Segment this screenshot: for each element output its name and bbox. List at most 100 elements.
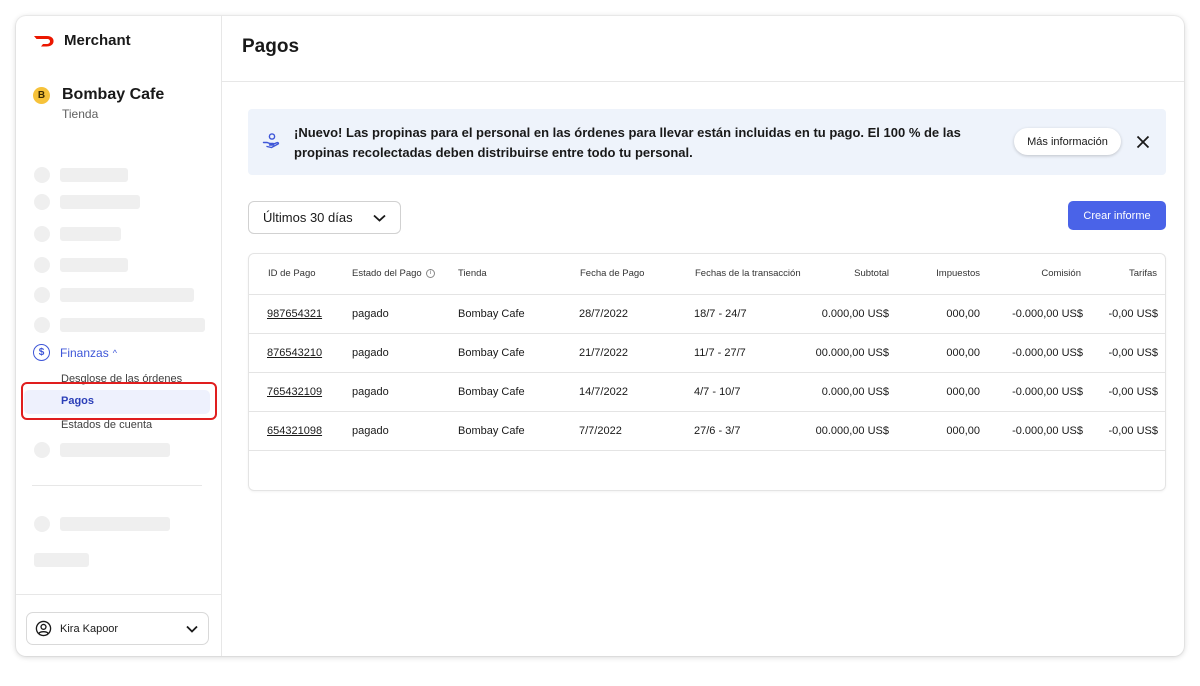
fees: -0,00 US$ xyxy=(1108,347,1158,359)
placeholder-icon xyxy=(34,442,50,458)
payment-status: pagado xyxy=(352,308,389,320)
chevron-up-icon: ^ xyxy=(112,347,117,358)
transaction-dates: 27/6 - 3/7 xyxy=(694,425,741,437)
payment-id-link[interactable]: 654321098 xyxy=(267,425,322,437)
doordash-logo-icon xyxy=(34,35,54,46)
payment-date: 21/7/2022 xyxy=(579,347,628,359)
placeholder-icon xyxy=(34,167,50,183)
column-header-status-label: Estado del Pago xyxy=(352,268,422,279)
dollar-circle-icon: $ xyxy=(33,344,50,361)
placeholder-icon xyxy=(34,317,50,333)
column-header-id[interactable]: ID de Pago xyxy=(268,268,316,279)
placeholder-bar xyxy=(60,168,128,182)
placeholder-icon xyxy=(34,194,50,210)
subtotal: 0.000,00 US$ xyxy=(821,308,889,320)
info-icon[interactable]: i xyxy=(425,268,435,278)
payment-status: pagado xyxy=(352,347,389,359)
nav-finanzas[interactable]: $ Finanzas ^ xyxy=(33,344,117,361)
brand[interactable]: Merchant xyxy=(32,32,131,49)
payment-date: 28/7/2022 xyxy=(579,308,628,320)
payment-id-link[interactable]: 876543210 xyxy=(267,347,322,359)
column-header-fees[interactable]: Tarifas xyxy=(1129,268,1157,279)
date-range-select[interactable]: Últimos 30 días xyxy=(248,201,401,234)
nav-placeholder[interactable] xyxy=(34,226,121,242)
nav-finanzas-label: Finanzas xyxy=(60,345,109,360)
column-header-subtotal[interactable]: Subtotal xyxy=(854,268,889,279)
commission: -0.000,00 US$ xyxy=(1012,425,1083,437)
placeholder-icon xyxy=(34,516,50,532)
close-icon[interactable] xyxy=(1135,134,1151,150)
payment-id-link[interactable]: 987654321 xyxy=(267,308,322,320)
taxes: 000,00 xyxy=(946,386,980,398)
payment-id-link[interactable]: 765432109 xyxy=(267,386,322,398)
payment-status: pagado xyxy=(352,425,389,437)
store-name: Bombay Cafe xyxy=(62,86,165,103)
user-name: Kira Kapoor xyxy=(60,622,119,635)
nav-placeholder[interactable] xyxy=(34,194,140,210)
column-header-transaction-dates[interactable]: Fechas de la transacción xyxy=(695,268,801,279)
nav-placeholder[interactable] xyxy=(34,553,89,567)
table-row[interactable]: 987654321 pagado Bombay Cafe 28/7/2022 1… xyxy=(249,295,1165,334)
transaction-dates: 4/7 - 10/7 xyxy=(694,386,741,398)
brand-name: Merchant xyxy=(64,32,131,49)
nav-placeholder[interactable] xyxy=(34,442,170,458)
nav-placeholder[interactable] xyxy=(34,516,170,532)
fees: -0,00 US$ xyxy=(1108,425,1158,437)
nav-placeholder[interactable] xyxy=(34,287,194,303)
tips-info-banner: ¡Nuevo! Las propinas para el personal en… xyxy=(248,109,1166,175)
chevron-down-icon xyxy=(373,214,386,222)
placeholder-bar xyxy=(34,553,89,567)
store-cell: Bombay Cafe xyxy=(458,386,525,398)
taxes: 000,00 xyxy=(946,308,980,320)
more-info-button[interactable]: Más información xyxy=(1014,128,1121,155)
column-header-payment-date[interactable]: Fecha de Pago xyxy=(580,268,644,279)
sidebar: Merchant B Bombay Cafe Tienda $ Finanzas… xyxy=(16,16,222,656)
column-header-commission[interactable]: Comisión xyxy=(1041,268,1081,279)
placeholder-bar xyxy=(60,195,140,209)
store-cell: Bombay Cafe xyxy=(458,347,525,359)
nav-placeholder[interactable] xyxy=(34,317,205,333)
taxes: 000,00 xyxy=(946,347,980,359)
table-header: ID de Pago Estado del Pago i Tienda Fecha… xyxy=(249,254,1165,295)
store-switcher[interactable]: B Bombay Cafe Tienda xyxy=(33,86,164,121)
commission: -0.000,00 US$ xyxy=(1012,308,1083,320)
sidebar-divider xyxy=(32,485,202,486)
placeholder-bar xyxy=(60,288,194,302)
create-report-button[interactable]: Crear informe xyxy=(1068,201,1166,230)
transaction-dates: 18/7 - 24/7 xyxy=(694,308,747,320)
subtotal: 0.000,00 US$ xyxy=(821,386,889,398)
placeholder-bar xyxy=(60,517,170,531)
transaction-dates: 11/7 - 27/7 xyxy=(694,347,746,359)
nav-estados-cuenta[interactable]: Estados de cuenta xyxy=(61,419,152,431)
payments-table: ID de Pago Estado del Pago i Tienda Fecha… xyxy=(248,253,1166,491)
store-avatar: B xyxy=(33,86,50,104)
column-header-taxes[interactable]: Impuestos xyxy=(936,268,980,279)
taxes: 000,00 xyxy=(946,425,980,437)
placeholder-bar xyxy=(60,258,128,272)
nav-placeholder[interactable] xyxy=(34,167,128,183)
store-cell: Bombay Cafe xyxy=(458,308,525,320)
hand-coin-icon xyxy=(262,133,280,149)
placeholder-bar xyxy=(60,443,170,457)
table-row[interactable]: 765432109 pagado Bombay Cafe 14/7/2022 4… xyxy=(249,373,1165,412)
merchant-window: Merchant B Bombay Cafe Tienda $ Finanzas… xyxy=(16,16,1184,656)
user-menu-button[interactable]: Kira Kapoor xyxy=(26,612,209,645)
nav-placeholder[interactable] xyxy=(34,257,128,273)
highlight-annotation xyxy=(21,382,217,420)
placeholder-icon xyxy=(34,287,50,303)
date-range-value: Últimos 30 días xyxy=(263,210,353,225)
store-cell: Bombay Cafe xyxy=(458,425,525,437)
payment-date: 7/7/2022 xyxy=(579,425,622,437)
fees: -0,00 US$ xyxy=(1108,308,1158,320)
table-row[interactable]: 654321098 pagado Bombay Cafe 7/7/2022 27… xyxy=(249,412,1165,451)
page-header: Pagos xyxy=(222,16,1184,82)
banner-message: ¡Nuevo! Las propinas para el personal en… xyxy=(294,125,961,160)
commission: -0.000,00 US$ xyxy=(1012,386,1083,398)
table-row[interactable]: 876543210 pagado Bombay Cafe 21/7/2022 1… xyxy=(249,334,1165,373)
column-header-status[interactable]: Estado del Pago i xyxy=(352,268,435,279)
chevron-down-icon xyxy=(186,625,198,633)
column-header-store[interactable]: Tienda xyxy=(458,268,487,279)
payment-date: 14/7/2022 xyxy=(579,386,628,398)
placeholder-icon xyxy=(34,226,50,242)
subtotal: 00.000,00 US$ xyxy=(815,425,889,437)
